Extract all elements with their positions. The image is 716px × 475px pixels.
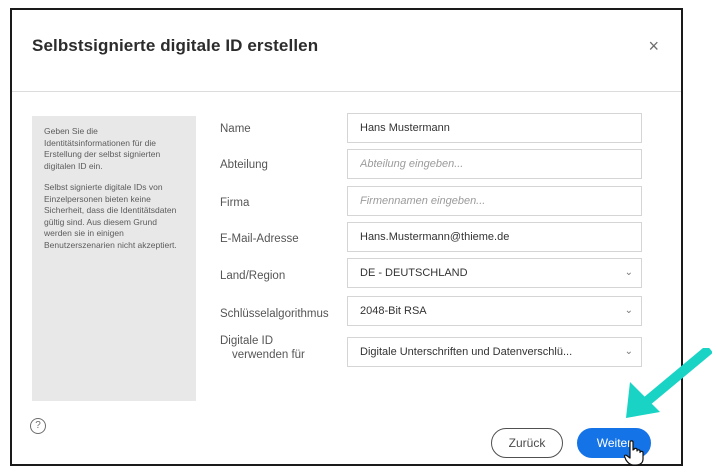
algorithmus-label: Schlüsselalgorithmus [220,308,329,320]
hand-cursor-icon [624,440,644,466]
verwendung-label-line2: verwenden für [232,349,305,361]
land-label: Land/Region [220,270,286,282]
verwendung-select-value: Digitale Unterschriften und Datenverschl… [360,346,573,358]
email-label: E-Mail-Adresse [220,233,299,245]
land-select-value: DE - DEUTSCHLAND [360,267,468,279]
back-button[interactable]: Zurück [491,428,563,458]
close-icon[interactable]: × [648,37,659,55]
chevron-down-icon: ⌄ [624,305,633,316]
info-paragraph-2: Selbst signierte digitale IDs von Einzel… [44,182,177,250]
help-icon[interactable]: ? [30,418,46,434]
dialog-title: Selbstsignierte digitale ID erstellen [32,36,319,55]
name-label: Name [220,123,251,135]
dialog: Selbstsignierte digitale ID erstellen × … [10,8,683,466]
dialog-header: Selbstsignierte digitale ID erstellen × [12,10,681,92]
info-paragraph-1: Geben Sie die Identitätsinformationen fü… [44,126,161,171]
verwendung-label-line1: Digitale ID [220,335,274,347]
abteilung-input[interactable] [347,149,642,179]
annotation-arrow-icon [626,348,712,418]
verwendung-label: Digitale ID verwenden für [220,334,305,362]
firma-input[interactable] [347,186,642,216]
chevron-down-icon: ⌄ [624,267,633,278]
land-select[interactable]: DE - DEUTSCHLAND ⌄ [347,258,642,288]
algorithmus-select-value: 2048-Bit RSA [360,305,427,317]
firma-label: Firma [220,197,250,209]
name-input[interactable] [347,113,642,143]
info-panel: Geben Sie die Identitätsinformationen fü… [32,116,196,401]
algorithmus-select[interactable]: 2048-Bit RSA ⌄ [347,296,642,326]
verwendung-select[interactable]: Digitale Unterschriften und Datenverschl… [347,337,642,367]
email-input[interactable] [347,222,642,252]
abteilung-label: Abteilung [220,159,268,171]
